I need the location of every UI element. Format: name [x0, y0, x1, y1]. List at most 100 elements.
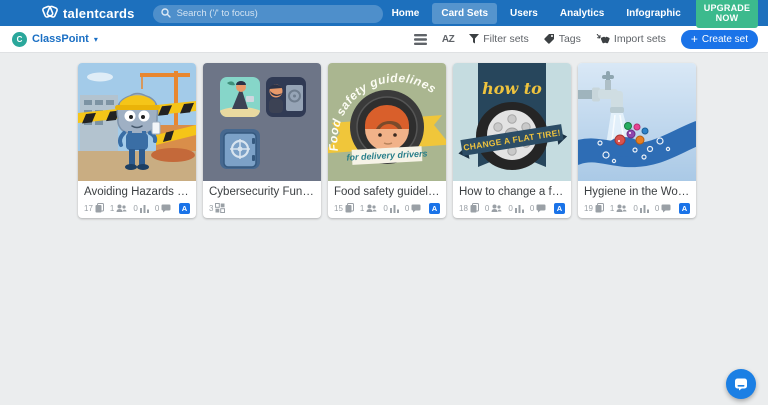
top-navbar: talentcards Home Card Sets Users Analyti… — [0, 0, 768, 28]
card-set-hygiene[interactable]: Hygiene in the Workplace 19 1 0 0 — [578, 63, 696, 218]
groups-count: 1 — [610, 204, 627, 213]
bar-chart-icon — [389, 204, 399, 213]
group-name: ClassPoint — [32, 33, 89, 45]
group-icon — [116, 204, 127, 212]
cards-count: 15 — [334, 203, 354, 213]
cards-icon — [95, 203, 104, 213]
nav-item-analytics[interactable]: Analytics — [551, 3, 613, 24]
cards-icon — [595, 203, 604, 213]
language-badge: A — [429, 202, 440, 214]
sort-alpha-icon: AZ — [441, 33, 455, 45]
card-title: Avoiding Hazards in the ... — [84, 186, 190, 198]
groups-count: 1 — [360, 204, 377, 213]
search-input[interactable] — [152, 4, 383, 23]
group-icon — [366, 204, 377, 212]
card-footer: Food safety guidelines f... 15 1 0 0 — [328, 181, 446, 218]
sort-alpha-button[interactable]: AZ — [441, 33, 455, 45]
chat-bubble-icon — [735, 378, 747, 390]
flat-tire-thumbnail: how to CHANGE A FLAT TIRE! — [453, 63, 571, 181]
card-footer: Avoiding Hazards in the ... 17 1 0 0 — [78, 181, 196, 218]
card-set-flat-tire[interactable]: how to CHANGE A FLAT TIRE! How to change… — [453, 63, 571, 218]
card-sets-toolbar: C ClassPoint ▾ AZ Filter sets Tags Impor… — [0, 26, 768, 53]
import-icon — [596, 33, 610, 43]
brand-name: talentcards — [63, 5, 135, 21]
card-group-cybersecurity[interactable]: Cybersecurity Fundame... 3 — [203, 63, 321, 218]
cards-icon — [345, 203, 354, 213]
cards-count: 17 — [84, 203, 104, 213]
feedback-icon — [411, 204, 421, 212]
brand-logo[interactable]: talentcards — [42, 3, 135, 23]
feedback-icon — [661, 204, 671, 212]
card-set-food-safety[interactable]: Food safety guidelines for delivery driv… — [328, 63, 446, 218]
filter-icon — [469, 34, 480, 44]
hygiene-thumbnail — [578, 63, 696, 181]
bar-chart-icon — [514, 204, 524, 213]
talentcards-logo-icon — [42, 3, 58, 23]
language-badge: A — [554, 202, 565, 214]
language-badge: A — [679, 202, 690, 214]
create-set-button[interactable]: + Create set — [680, 29, 758, 49]
card-title: Food safety guidelines f... — [334, 186, 440, 198]
card-stats: 19 1 0 0 A — [584, 202, 690, 214]
avoiding-hazards-thumbnail — [78, 63, 196, 181]
search-icon — [160, 8, 171, 18]
list-view-button[interactable] — [413, 33, 427, 45]
bar-chart-icon — [139, 204, 149, 213]
feedback-count: 0 — [405, 204, 421, 213]
chevron-down-icon: ▾ — [93, 34, 98, 44]
nav-item-infographic[interactable]: Infographic — [617, 3, 689, 24]
group-avatar: C — [12, 31, 27, 47]
sets-grid-icon — [215, 203, 226, 213]
feedback-count: 0 — [530, 204, 546, 213]
search-container — [152, 3, 383, 23]
progress-count: 0 — [383, 204, 399, 213]
groups-count: 1 — [110, 204, 127, 213]
cybersecurity-thumbnail — [203, 63, 321, 181]
groups-count: 0 — [485, 204, 502, 213]
progress-count: 0 — [508, 204, 524, 213]
filter-sets-label: Filter sets — [483, 33, 529, 45]
card-sets-grid: Avoiding Hazards in the ... 17 1 0 0 — [0, 53, 768, 218]
feedback-icon — [161, 204, 171, 212]
food-safety-thumbnail: Food safety guidelines for delivery driv… — [328, 63, 446, 181]
group-icon — [616, 204, 627, 212]
card-title: Cybersecurity Fundame... — [209, 186, 315, 198]
card-stats: 18 0 0 0 A — [459, 202, 565, 214]
chat-support-button[interactable] — [726, 369, 756, 399]
upgrade-now-button[interactable]: UPGRADE NOW — [695, 0, 759, 28]
cards-icon — [470, 203, 479, 213]
sets-count: 3 — [209, 203, 226, 213]
list-view-icon — [413, 33, 427, 45]
flat-tire-top-text: how to — [482, 79, 542, 98]
nav-item-card-sets[interactable]: Card Sets — [432, 2, 498, 24]
import-sets-button[interactable]: Import sets — [596, 33, 666, 45]
group-icon — [491, 204, 502, 212]
card-footer: Hygiene in the Workplace 19 1 0 0 — [578, 181, 696, 218]
card-stats: 15 1 0 0 A — [334, 202, 440, 214]
import-sets-label: Import sets — [613, 33, 666, 45]
group-selector[interactable]: C ClassPoint ▾ — [12, 31, 98, 47]
create-set-label: Create set — [701, 33, 748, 45]
feedback-count: 0 — [655, 204, 671, 213]
cards-count: 18 — [459, 203, 479, 213]
tags-label: Tags — [558, 33, 581, 45]
primary-nav: Home Card Sets Users Analytics Infograph… — [383, 2, 690, 24]
plus-icon: + — [690, 31, 698, 46]
card-footer: Cybersecurity Fundame... 3 — [203, 181, 321, 218]
bar-chart-icon — [639, 204, 649, 213]
nav-item-home[interactable]: Home — [383, 3, 429, 24]
tag-icon — [543, 34, 554, 44]
progress-count: 0 — [133, 204, 149, 213]
card-stats: 17 1 0 0 A — [84, 202, 190, 214]
card-footer: How to change a flat tire 18 0 0 0 — [453, 181, 571, 218]
feedback-count: 0 — [155, 204, 171, 213]
card-title: Hygiene in the Workplace — [584, 186, 690, 198]
tags-button[interactable]: Tags — [543, 33, 581, 45]
cards-count: 19 — [584, 203, 604, 213]
nav-item-users[interactable]: Users — [501, 3, 547, 24]
card-set-avoiding-hazards[interactable]: Avoiding Hazards in the ... 17 1 0 0 — [78, 63, 196, 218]
card-stats: 3 — [209, 202, 315, 214]
feedback-icon — [536, 204, 546, 212]
filter-sets-button[interactable]: Filter sets — [469, 33, 529, 45]
card-title: How to change a flat tire — [459, 186, 565, 198]
